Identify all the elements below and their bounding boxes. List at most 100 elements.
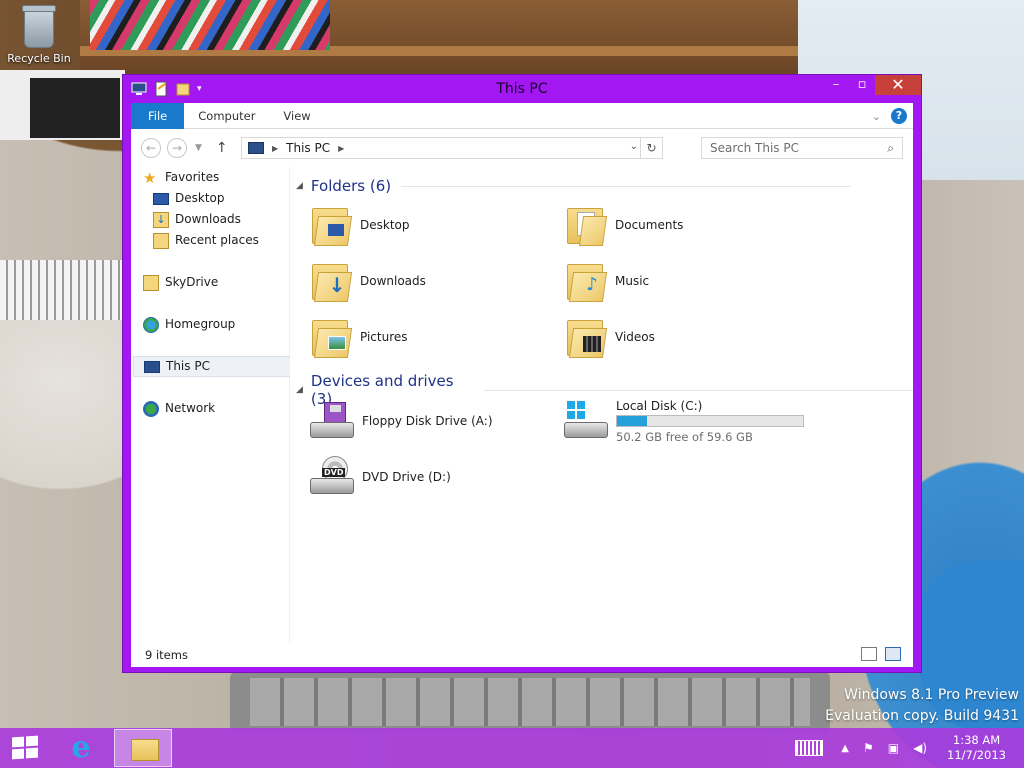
folder-tile-music[interactable]: ♪ Music [565, 255, 815, 307]
recycle-bin-desktop-icon[interactable]: Recycle Bin [6, 5, 72, 65]
internet-explorer-icon[interactable]: e [64, 732, 98, 764]
sidebar-item-label: This PC [166, 359, 210, 373]
show-hidden-icons-icon[interactable]: ▲ [841, 743, 849, 754]
sidebar-item-desktop[interactable]: Desktop [153, 188, 311, 209]
breadcrumb-this-pc[interactable]: This PC [286, 141, 330, 155]
search-icon[interactable]: ⌕ [887, 141, 894, 156]
start-button[interactable] [12, 735, 38, 760]
folder-label: Videos [615, 330, 655, 344]
details-view-icon[interactable] [861, 647, 877, 661]
large-icons-view-icon[interactable] [885, 647, 901, 661]
drive-tile-local-disk[interactable]: Local Disk (C:) 50.2 GB free of 59.6 GB [562, 395, 812, 447]
drive-label: Local Disk (C:) [616, 398, 703, 413]
group-title: Folders (6) [310, 177, 392, 195]
computer-icon [144, 360, 160, 373]
close-button[interactable]: ✕ [875, 75, 921, 95]
up-arrow-icon[interactable]: ↑ [216, 140, 228, 156]
touch-keyboard-icon[interactable] [795, 740, 824, 756]
folder-tile-desktop[interactable]: Desktop [310, 199, 560, 251]
clock[interactable]: 1:38 AM 11/7/2013 [947, 733, 1006, 763]
folder-label: Music [615, 274, 650, 288]
search-input[interactable]: Search This PC ⌕ [701, 137, 903, 159]
collapse-group-icon[interactable]: ◢ [296, 181, 303, 191]
recycle-bin-label: Recycle Bin [7, 52, 71, 65]
sidebar-item-favorites[interactable]: ★ Favorites [143, 167, 301, 188]
downloads-icon: ↓ [153, 211, 169, 228]
group-header-folders[interactable]: ◢ Folders (6) [296, 177, 852, 195]
back-arrow-icon[interactable]: ← [141, 138, 161, 158]
pictures-folder-icon [310, 316, 353, 358]
sidebar-item-skydrive[interactable]: SkyDrive [143, 272, 301, 293]
sidebar-item-this-pc[interactable]: This PC [133, 356, 291, 377]
sidebar-item-homegroup[interactable]: Homegroup [143, 314, 301, 335]
sidebar-item-downloads[interactable]: ↓ Downloads [153, 209, 311, 230]
sidebar-item-label: Favorites [165, 170, 220, 184]
expand-ribbon-chevron-icon[interactable]: ⌄ [872, 110, 881, 123]
clock-time: 1:38 AM [952, 733, 1001, 747]
address-bar[interactable]: ▶ This PC ▶ ⌄ ↻ [241, 137, 663, 159]
keyboard-background [230, 672, 830, 732]
breadcrumb-separator-icon[interactable]: ▶ [338, 144, 344, 153]
group-divider [483, 389, 913, 391]
folder-label: Downloads [360, 274, 426, 288]
navigation-bar: ← → ▼ ↑ ▶ This PC ▶ ⌄ ↻ Search This PC ⌕ [131, 129, 913, 167]
disk-usage-bar [616, 414, 804, 427]
explorer-window: ▾ This PC – ▫ ✕ File Computer View ⌄ ? ←… [122, 74, 922, 673]
dvd-badge: DVD [322, 468, 346, 477]
title-bar[interactable]: ▾ This PC – ▫ ✕ [123, 75, 921, 103]
folder-tile-documents[interactable]: Documents [565, 199, 815, 251]
ribbon-tabs: File Computer View ⌄ ? [131, 102, 913, 129]
local-disk-icon [562, 400, 610, 442]
folder-label: Documents [615, 218, 684, 232]
documents-folder-icon [565, 204, 608, 246]
help-icon[interactable]: ? [891, 108, 907, 124]
downloads-folder-icon: ↓ [310, 260, 353, 302]
breadcrumb-separator-icon[interactable]: ▶ [272, 144, 278, 153]
status-bar: 9 items [131, 643, 913, 667]
network-icon [143, 400, 159, 417]
homegroup-icon [143, 316, 159, 333]
folder-label: Pictures [360, 330, 408, 344]
minimize-button[interactable]: – [823, 75, 849, 95]
disk-usage-fill [617, 415, 647, 426]
refresh-icon[interactable]: ↻ [640, 138, 662, 158]
tab-file[interactable]: File [131, 102, 185, 129]
sidebar-item-label: Network [165, 401, 216, 415]
content-pane: ◢ Folders (6) Desktop Documents ↓ Downlo… [290, 167, 913, 643]
action-center-flag-icon[interactable]: ⚑ [863, 741, 874, 755]
folder-tile-pictures[interactable]: Pictures [310, 311, 560, 363]
sidebar-item-network[interactable]: Network [143, 398, 301, 419]
collapse-group-icon[interactable]: ◢ [296, 385, 303, 395]
tab-view[interactable]: View [269, 103, 324, 129]
maximize-button[interactable]: ▫ [849, 75, 875, 95]
sidebar-item-label: Desktop [175, 191, 225, 205]
folder-label: Desktop [360, 218, 410, 232]
sidebar-item-label: Homegroup [165, 317, 236, 331]
folder-tile-videos[interactable]: Videos [565, 311, 815, 363]
drive-tile-dvd[interactable]: DVD DVD Drive (D:) [308, 451, 558, 503]
network-status-icon[interactable]: ▣ [888, 741, 899, 755]
folder-tile-downloads[interactable]: ↓ Downloads [310, 255, 560, 307]
free-space-text: 50.2 GB free of 59.6 GB [616, 429, 753, 444]
drive-tile-floppy[interactable]: Floppy Disk Drive (A:) [308, 395, 558, 447]
volume-icon[interactable]: ◀) [913, 741, 927, 755]
tab-computer[interactable]: Computer [184, 103, 269, 129]
drive-label: Floppy Disk Drive (A:) [362, 414, 493, 428]
sidebar-item-label: SkyDrive [165, 275, 219, 289]
item-count: 9 items [145, 648, 188, 662]
recycle-bin-icon [22, 5, 56, 48]
notebook-background [0, 260, 125, 320]
address-dropdown-icon[interactable]: ⌄ [630, 141, 638, 152]
watermark-line-1: Windows 8.1 Pro Preview [844, 687, 1019, 703]
group-divider [401, 185, 852, 187]
sidebar-item-recent-places[interactable]: Recent places [153, 230, 311, 251]
sidebar-item-label: Downloads [175, 212, 241, 226]
sidebar-item-label: Recent places [175, 233, 259, 247]
star-icon: ★ [143, 168, 157, 187]
recent-locations-dropdown-icon[interactable]: ▼ [195, 143, 202, 153]
desktop-folder-icon [310, 204, 353, 246]
forward-arrow-icon[interactable]: → [167, 138, 187, 158]
taskbar: e ▲ ⚑ ▣ ◀) 1:38 AM 11/7/2013 [0, 728, 1024, 768]
computer-icon [248, 142, 264, 154]
file-explorer-taskbar-button[interactable] [114, 729, 172, 767]
